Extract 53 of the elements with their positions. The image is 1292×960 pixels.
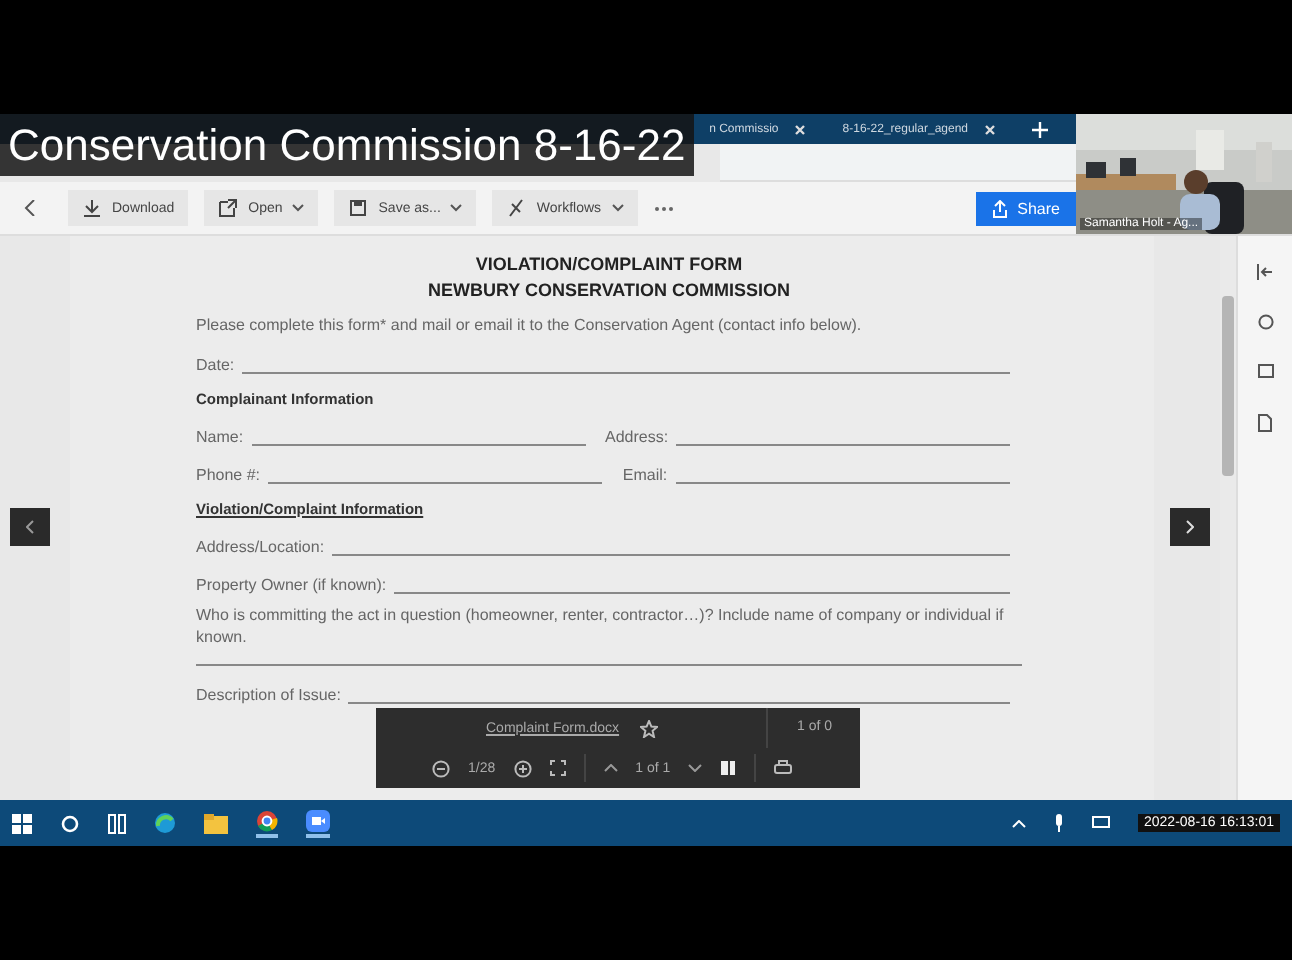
share-button[interactable]: Share — [975, 191, 1076, 225]
field-label: Description of Issue: — [196, 686, 341, 704]
share-icon — [991, 199, 1008, 217]
caret-icon — [450, 204, 463, 212]
previous-button[interactable] — [10, 508, 50, 546]
field-label: Address/Location: — [196, 538, 325, 556]
file-icon[interactable] — [1258, 414, 1272, 432]
chevron-up-icon[interactable] — [603, 764, 618, 772]
chevron-left-icon — [26, 520, 34, 534]
save-icon — [348, 198, 369, 218]
document-subtitle: NEWBURY CONSERVATION COMMISSION — [425, 278, 792, 304]
chevron-right-icon — [1186, 520, 1194, 534]
chevron-down-icon[interactable] — [688, 764, 703, 772]
new-tab-icon[interactable] — [1032, 121, 1048, 137]
back-icon[interactable] — [24, 200, 36, 216]
zoom-out-icon[interactable] — [432, 759, 450, 777]
zoom-in-icon[interactable] — [513, 759, 532, 777]
field-label: Date: — [196, 356, 235, 374]
more-icon[interactable] — [653, 205, 674, 211]
microphone-icon[interactable] — [1054, 814, 1064, 832]
field-label: Property Owner (if known): — [196, 576, 387, 594]
folder-icon[interactable] — [204, 813, 228, 833]
field-label: Address: — [605, 428, 669, 446]
collapse-icon[interactable] — [1256, 264, 1274, 280]
form-instructions: Please complete this form* and mail or email it to the Conservation Agent (contact info below). — [196, 314, 864, 336]
video-app-icon[interactable] — [306, 809, 330, 837]
workflow-icon — [506, 198, 527, 218]
info-icon[interactable] — [1257, 314, 1273, 330]
scrollbar-thumb[interactable] — [1222, 296, 1234, 476]
close-icon[interactable] — [794, 123, 807, 135]
comment-icon[interactable] — [1257, 364, 1273, 380]
network-icon[interactable] — [1092, 816, 1110, 830]
print-icon[interactable] — [774, 760, 793, 776]
caret-icon — [292, 204, 305, 212]
search-icon[interactable] — [60, 813, 80, 833]
download-icon — [82, 198, 102, 218]
star-icon[interactable] — [639, 719, 658, 737]
form-instructions: Who is committing the act in question (homeowner, renter, contractor…)? Include name of company or individual if known. — [196, 604, 1006, 648]
task-view-icon[interactable] — [108, 813, 126, 833]
next-button[interactable] — [1170, 508, 1210, 546]
video-caption: Conservation Commission 8-16-22 — [0, 114, 694, 176]
field-label: Email: — [622, 466, 668, 484]
windows-start-icon[interactable] — [12, 813, 32, 833]
fullscreen-icon[interactable] — [549, 760, 566, 776]
book-icon[interactable] — [720, 760, 737, 776]
document-title: VIOLATION/COMPLAINT FORM — [473, 252, 745, 278]
field-label: Phone #: — [196, 466, 261, 484]
open-icon — [218, 198, 239, 218]
chrome-icon[interactable] — [256, 809, 278, 837]
close-icon[interactable] — [984, 123, 996, 135]
caret-icon — [611, 204, 624, 212]
browser-icon[interactable] — [154, 812, 176, 834]
field-label: Name: — [196, 428, 244, 446]
